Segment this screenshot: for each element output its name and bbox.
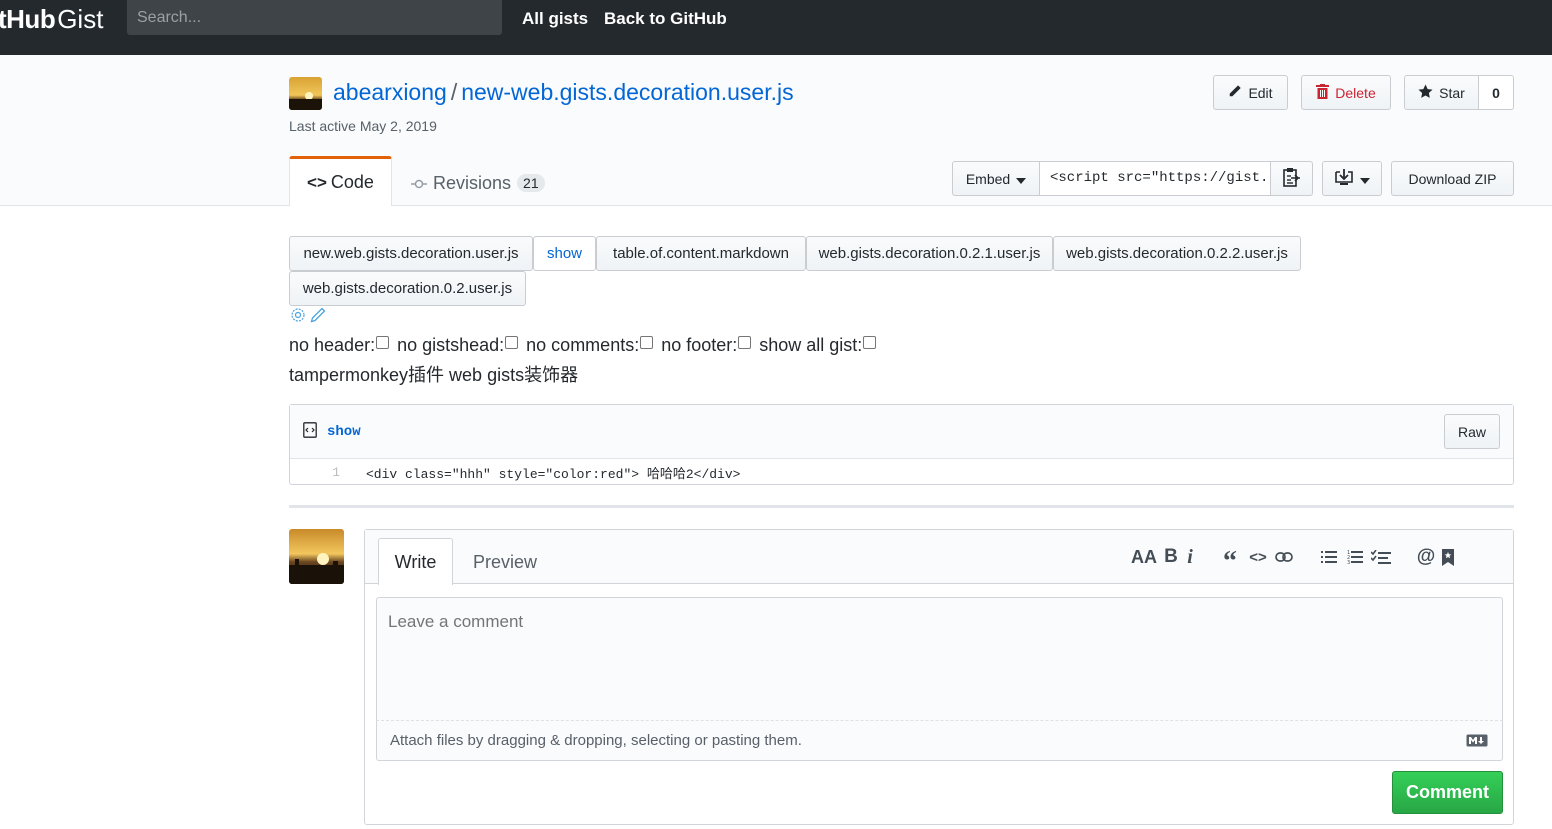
checkbox[interactable] <box>863 336 877 349</box>
file-viewer: show Raw 1 <div class="hhh" style="color… <box>289 404 1514 485</box>
mention-icon[interactable]: @ <box>1414 546 1438 568</box>
markdown-toolbar: AA B i “ <> 123 @ <box>1131 546 1458 577</box>
nav-all-gists[interactable]: All gists <box>522 9 588 29</box>
markdown-icon[interactable] <box>1466 734 1488 751</box>
task-list-icon[interactable] <box>1368 549 1394 565</box>
delete-label: Delete <box>1335 84 1376 101</box>
avatar[interactable] <box>289 529 344 584</box>
comment-textarea[interactable] <box>376 597 1503 721</box>
checkbox[interactable] <box>640 336 654 349</box>
attach-files-area[interactable]: Attach files by dragging & dropping, sel… <box>376 721 1503 761</box>
download-zip-button[interactable]: Download ZIP <box>1391 161 1514 196</box>
delete-button[interactable]: Delete <box>1301 75 1391 110</box>
comment-form-header: Write Preview AA B i “ <> 123 @ <box>365 530 1513 585</box>
section-divider <box>289 505 1514 508</box>
title-separator: / <box>450 79 458 105</box>
file-tab[interactable]: web.gists.decoration.0.2.user.js <box>289 271 526 306</box>
pencil-icon[interactable] <box>310 307 326 326</box>
file-tab[interactable]: table.of.content.markdown <box>596 236 806 271</box>
checkbox[interactable] <box>738 336 752 349</box>
clipboard-icon <box>1282 167 1301 190</box>
option-label: no footer: <box>661 335 738 355</box>
italic-icon[interactable]: i <box>1182 546 1198 569</box>
tab-code-label: Code <box>330 172 374 192</box>
search-input[interactable] <box>127 0 502 35</box>
file-tab-active[interactable]: show <box>533 236 596 271</box>
embed-url-field[interactable]: <script src="https://gist. <box>1039 161 1271 196</box>
file-header: show Raw <box>290 405 1513 459</box>
star-label: Star <box>1439 84 1465 101</box>
option-show-all-gist: show all gist: <box>759 335 877 356</box>
caret-down-icon <box>1360 171 1370 187</box>
option-label: no gistshead: <box>397 335 505 355</box>
tab-revisions-label: Revisions <box>433 172 512 193</box>
star-button[interactable]: Star <box>1404 75 1479 110</box>
comment-submit-button[interactable]: Comment <box>1392 771 1503 814</box>
gist-description: tampermonkey插件 web gists装饰器 <box>289 365 579 385</box>
attach-hint: Attach files by dragging & dropping, sel… <box>390 732 802 749</box>
star-count[interactable]: 0 <box>1479 75 1514 110</box>
logo-gist-text: Gist <box>57 4 104 34</box>
edit-label: Edit <box>1248 84 1273 101</box>
ordered-list-icon[interactable]: 123 <box>1342 549 1368 565</box>
code-icon[interactable]: <> <box>1244 549 1272 566</box>
line-number[interactable]: 1 <box>290 465 350 480</box>
tab-code[interactable]: <> Code <box>289 156 392 206</box>
copy-button[interactable] <box>1270 161 1313 196</box>
link-icon[interactable] <box>1272 551 1296 563</box>
bookmark-icon[interactable] <box>1438 548 1458 566</box>
tab-preview[interactable]: Preview <box>473 552 537 573</box>
revisions-count: 21 <box>517 174 545 192</box>
file-name-link[interactable]: show <box>327 424 361 440</box>
edit-button[interactable]: Edit <box>1213 75 1288 110</box>
caret-down-icon <box>1016 171 1027 187</box>
code-line: 1 <div class="hhh" style="color:red"> 哈哈… <box>290 460 1513 485</box>
raw-button[interactable]: Raw <box>1444 414 1500 449</box>
top-bar: tHubGist All gists Back to GitHub <box>0 0 1552 55</box>
checkbox[interactable] <box>376 336 390 349</box>
commit-icon <box>411 173 427 194</box>
option-label: show all gist: <box>759 335 863 355</box>
logo-hub-text: tHub <box>0 4 56 34</box>
userscript-tools <box>290 307 326 326</box>
trash-icon <box>1316 83 1330 102</box>
star-icon <box>1418 83 1433 102</box>
display-options: no header: no gistshead: no comments: no… <box>289 335 884 356</box>
logo[interactable]: tHubGist <box>0 5 103 33</box>
desktop-download-icon <box>1334 168 1354 189</box>
last-active: Last active May 2, 2019 <box>289 118 437 134</box>
tab-write[interactable]: Write <box>378 538 453 585</box>
option-label: no comments: <box>526 335 640 355</box>
file-code-icon <box>303 422 317 441</box>
option-no-comments: no comments: <box>526 335 654 356</box>
avatar[interactable] <box>289 77 322 110</box>
option-no-gistshead: no gistshead: <box>397 335 519 356</box>
embed-label: Embed <box>965 170 1011 187</box>
option-no-header: no header: <box>289 335 390 356</box>
tab-revisions[interactable]: Revisions 21 <box>411 170 545 196</box>
comment-form: Write Preview AA B i “ <> 123 @ Leave a … <box>364 529 1514 825</box>
text-size-icon[interactable]: AA <box>1131 547 1157 568</box>
unordered-list-icon[interactable] <box>1316 550 1342 565</box>
bold-icon[interactable]: B <box>1160 546 1182 568</box>
svg-text:3: 3 <box>1347 560 1350 565</box>
nav-back-to-github[interactable]: Back to GitHub <box>604 9 727 29</box>
code-icon: <> <box>307 172 327 192</box>
pencil-icon <box>1228 84 1242 101</box>
file-tab[interactable]: web.gists.decoration.0.2.1.user.js <box>806 236 1053 271</box>
owner-link[interactable]: abearxiong <box>333 79 447 105</box>
file-tab[interactable]: web.gists.decoration.0.2.2.user.js <box>1053 236 1301 271</box>
gist-name-link[interactable]: new-web.gists.decoration.user.js <box>461 79 793 105</box>
page-title: abearxiong / new-web.gists.decoration.user… <box>333 79 794 106</box>
embed-dropdown[interactable]: Embed <box>952 161 1040 196</box>
file-tab[interactable]: new.web.gists.decoration.user.js <box>289 236 533 271</box>
checkbox[interactable] <box>505 336 519 349</box>
clone-dropdown[interactable] <box>1322 161 1382 196</box>
option-no-footer: no footer: <box>661 335 752 356</box>
option-label: no header: <box>289 335 376 355</box>
gear-icon[interactable] <box>290 307 306 326</box>
quote-icon[interactable]: “ <box>1218 536 1242 578</box>
line-code: <div class="hhh" style="color:red"> 哈哈哈2… <box>366 467 741 482</box>
